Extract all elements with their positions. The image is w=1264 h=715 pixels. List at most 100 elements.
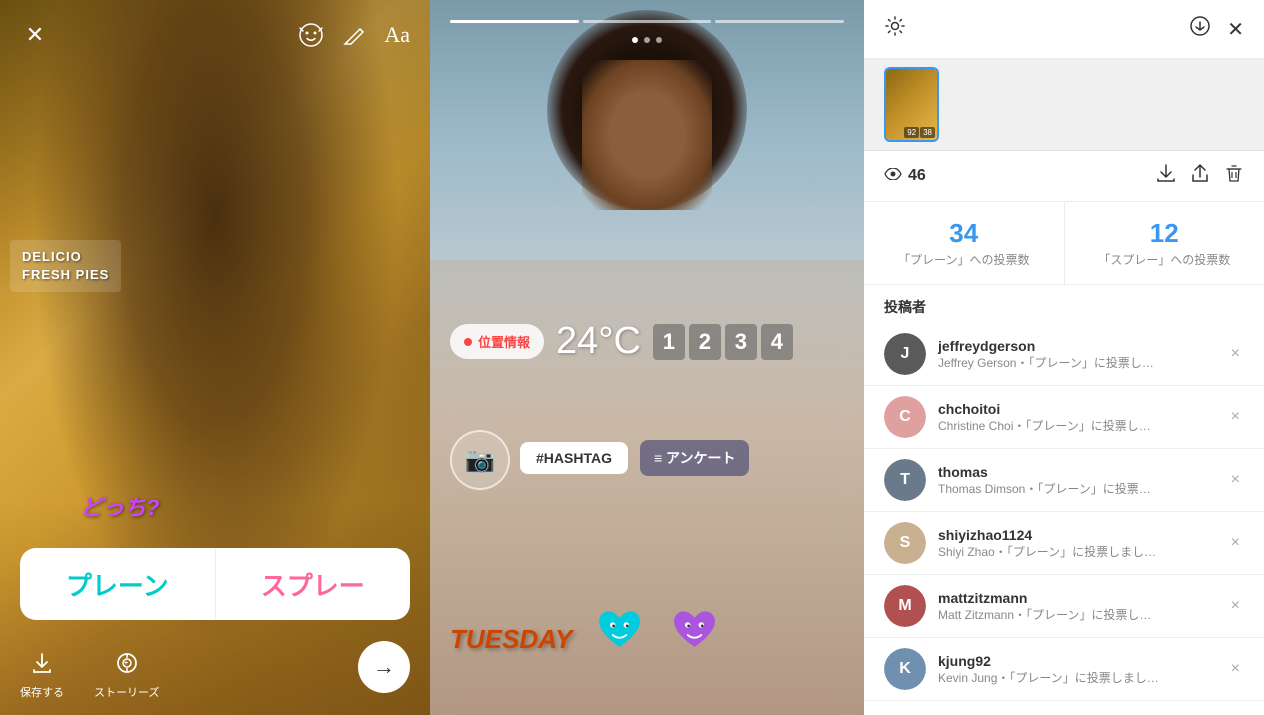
- story-action[interactable]: + ストーリーズ: [94, 652, 159, 700]
- top-right-icons: Aa: [298, 22, 410, 48]
- text-button[interactable]: Aa: [384, 22, 410, 48]
- contributor-remove-button[interactable]: ×: [1227, 467, 1244, 493]
- save-action[interactable]: 保存する: [20, 652, 64, 700]
- left-top-bar: ✕ Aa: [0, 0, 430, 60]
- contributors-title: 投稿者: [884, 297, 1244, 317]
- progress-seg-1: [450, 20, 579, 23]
- camera-circle: 📷: [450, 430, 510, 490]
- contributors-header: 投稿者: [864, 285, 1264, 323]
- contributor-username: kjung92: [938, 653, 1227, 669]
- text-button-label: Aa: [384, 22, 410, 47]
- progress-seg-2: [583, 20, 712, 23]
- download-button[interactable]: [1156, 163, 1176, 189]
- contributor-username: mattzitzmann: [938, 590, 1227, 606]
- poll-count-spray: 12: [1085, 218, 1245, 249]
- cyan-heart-sticker[interactable]: [592, 605, 647, 655]
- contributor-username: chchoitoi: [938, 401, 1227, 417]
- time-digit-3: 3: [725, 324, 757, 360]
- close-right-button[interactable]: ✕: [1227, 17, 1244, 42]
- right-top-bar: ✕: [864, 0, 1264, 59]
- next-button[interactable]: →: [358, 641, 410, 693]
- close-icon: ✕: [26, 24, 44, 46]
- close-button[interactable]: ✕: [20, 20, 50, 50]
- time-digit-2: 2: [689, 324, 721, 360]
- location-dot: [464, 338, 472, 346]
- contributor-detail: Shiyi Zhao・「プレーン」に投票しまし…: [938, 543, 1227, 560]
- left-story-panel: DELICIOFRESH PIES ✕: [0, 0, 430, 715]
- contributor-row: CchchoitoiChristine Choi・「プレーン」に投票し…×: [864, 386, 1264, 449]
- contributor-detail: Kevin Jung・「プレーン」に投票しまし…: [938, 669, 1227, 686]
- tuesday-sticker[interactable]: TUESDAY: [450, 624, 572, 655]
- contributor-detail: Christine Choi・「プレーン」に投票し…: [938, 417, 1227, 434]
- contributor-avatar: J: [884, 333, 926, 375]
- settings-button[interactable]: [884, 15, 906, 43]
- sticker-row-2: #HASHTAG ≡ アンケート: [520, 440, 844, 476]
- poll-option-plain[interactable]: プレーン: [20, 548, 216, 620]
- poll-label-plain: 「プレーン」への投票数: [884, 251, 1044, 268]
- contributor-username: jeffreydgerson: [938, 338, 1227, 354]
- temperature-display: 24°C: [556, 320, 641, 363]
- download-circle-button[interactable]: [1189, 15, 1211, 43]
- dot-3: [656, 37, 662, 43]
- poll-option-spray[interactable]: スプレー: [216, 548, 411, 620]
- contributor-avatar: M: [884, 585, 926, 627]
- poll-count-plain: 34: [884, 218, 1044, 249]
- contributor-info: thomasThomas Dimson・「プレーン」に投票…: [938, 464, 1227, 497]
- camera-area[interactable]: 📷: [450, 430, 510, 490]
- share-button[interactable]: [1190, 163, 1210, 189]
- eye-icon: [884, 167, 902, 185]
- contributor-username: thomas: [938, 464, 1227, 480]
- thumb-num-1: 92: [904, 127, 919, 138]
- contributor-remove-button[interactable]: ×: [1227, 593, 1244, 619]
- sticker-row-1: 位置情報 24°C 1 2 3 4: [450, 320, 844, 363]
- dotti-label: どっち?: [80, 490, 159, 522]
- contributor-remove-button[interactable]: ×: [1227, 404, 1244, 430]
- story-label: ストーリーズ: [94, 684, 159, 700]
- draw-button[interactable]: [342, 23, 366, 47]
- contributor-row: JjeffreydgersonJeffrey Gerson・「プレーン」に投票し…: [864, 323, 1264, 386]
- contributor-info: kjung92Kevin Jung・「プレーン」に投票しまし…: [938, 653, 1227, 686]
- location-sticker[interactable]: 位置情報: [450, 324, 544, 359]
- contributor-remove-button[interactable]: ×: [1227, 656, 1244, 682]
- view-count: 46: [884, 167, 926, 185]
- poll-sticker[interactable]: ≡ アンケート: [640, 440, 750, 476]
- contributor-row: TthomasThomas Dimson・「プレーン」に投票…×: [864, 449, 1264, 512]
- time-digit-4: 4: [761, 324, 793, 360]
- save-icon: [31, 652, 53, 680]
- purple-heart-sticker[interactable]: [667, 605, 722, 655]
- poll-result-spray: 12 「スプレー」への投票数: [1065, 202, 1264, 284]
- view-count-number: 46: [908, 167, 926, 185]
- story-dots: [632, 37, 662, 43]
- contributor-row: MmattzitzmannMatt Zitzmann・「プレーン」に投票し…×: [864, 575, 1264, 638]
- thumbnail-1[interactable]: 92 38: [884, 67, 939, 142]
- contributor-remove-button[interactable]: ×: [1227, 341, 1244, 367]
- svg-text:+: +: [124, 660, 128, 667]
- camera-icon: 📷: [465, 446, 495, 475]
- poll-label-spray: 「スプレー」への投票数: [1085, 251, 1245, 268]
- poll-results: 34 「プレーン」への投票数 12 「スプレー」への投票数: [864, 202, 1264, 285]
- dot-1: [632, 37, 638, 43]
- contributor-avatar: S: [884, 522, 926, 564]
- time-digit-1: 1: [653, 324, 685, 360]
- contributor-remove-button[interactable]: ×: [1227, 530, 1244, 556]
- right-top-action-icons: ✕: [1189, 15, 1244, 43]
- delete-button[interactable]: [1224, 163, 1244, 189]
- face-sticker-button[interactable]: [298, 22, 324, 48]
- location-label: 位置情報: [478, 332, 530, 351]
- contributors-list: JjeffreydgersonJeffrey Gerson・「プレーン」に投票し…: [864, 323, 1264, 715]
- right-panel: ✕ 92 38 46: [864, 0, 1264, 715]
- progress-seg-3: [715, 20, 844, 23]
- view-action-buttons: [1156, 163, 1244, 189]
- contributor-detail: Jeffrey Gerson・「プレーン」に投票し…: [938, 354, 1227, 371]
- contributor-row: Kkjung92Kevin Jung・「プレーン」に投票しまし…×: [864, 638, 1264, 701]
- dot-2: [644, 37, 650, 43]
- store-text: DELICIOFRESH PIES: [22, 248, 109, 284]
- contributor-detail: Thomas Dimson・「プレーン」に投票…: [938, 480, 1227, 497]
- contributor-detail: Matt Zitzmann・「プレーン」に投票し…: [938, 606, 1227, 623]
- thumb-num-2: 38: [920, 127, 935, 138]
- middle-top-bar: [430, 10, 864, 43]
- poll-box[interactable]: プレーン スプレー: [20, 548, 410, 620]
- view-count-bar: 46: [864, 151, 1264, 202]
- face: [582, 60, 712, 210]
- hashtag-sticker[interactable]: #HASHTAG: [520, 442, 628, 474]
